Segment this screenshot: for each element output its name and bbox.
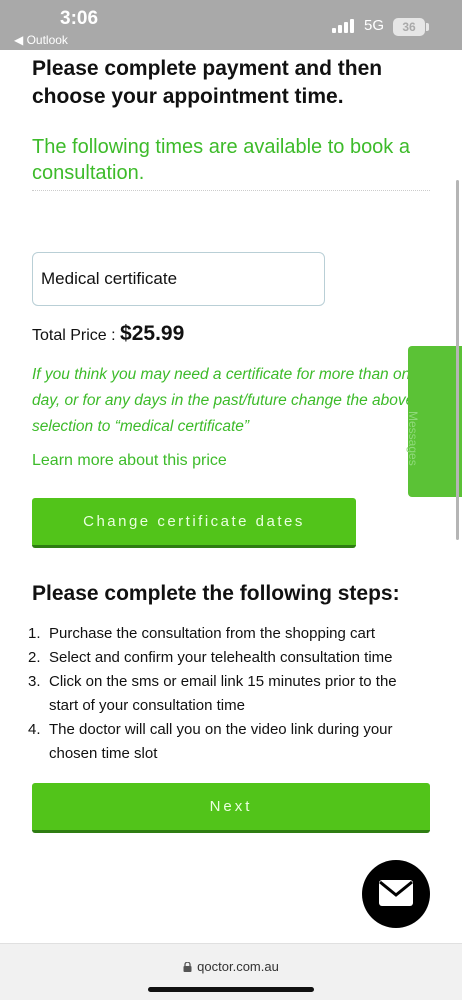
learn-more-link[interactable]: Learn more about this price	[32, 452, 227, 470]
list-item: 1. Purchase the consultation from the sho…	[28, 622, 418, 646]
step-text: Purchase the consultation from the shopp…	[49, 625, 376, 642]
availability-subheading: The following times are available to boo…	[32, 136, 410, 184]
total-price-value: $25.99	[120, 322, 185, 345]
email-contact-button[interactable]	[362, 860, 430, 928]
url-display[interactable]: qoctor.com.au	[0, 959, 462, 974]
battery-tip	[426, 23, 429, 31]
step-text: The doctor will call you on the video li…	[49, 721, 393, 762]
status-bar: 3:06 ◀ Outlook 5G 36	[0, 0, 462, 50]
steps-heading: Please complete the following steps:	[32, 582, 400, 605]
step-number: 4.	[28, 721, 41, 738]
side-tab-label: Messages	[406, 411, 420, 466]
total-price: Total Price : $25.99	[32, 322, 184, 346]
page-content: Please complete payment and then choose …	[0, 50, 462, 943]
mail-icon	[379, 880, 413, 906]
certificate-type-select[interactable]: Medical certificate	[32, 252, 325, 306]
step-text: Click on the sms or email link 15 minute…	[49, 673, 397, 714]
back-to-app-link[interactable]: ◀ Outlook	[14, 33, 68, 47]
page-title: Please complete payment and then choose …	[32, 57, 383, 108]
list-item: 3. Click on the sms or email link 15 minu…	[28, 670, 418, 718]
scrollbar[interactable]	[456, 180, 459, 540]
messages-side-tab[interactable]: Messages	[406, 346, 462, 497]
divider	[32, 190, 430, 191]
network-type: 5G	[364, 17, 385, 34]
list-item: 2. Select and confirm your telehealth con…	[28, 646, 418, 670]
change-certificate-dates-button[interactable]: Change certificate dates	[32, 498, 356, 548]
lock-icon	[183, 962, 192, 972]
step-number: 1.	[28, 625, 41, 642]
battery-icon: 36	[393, 18, 425, 36]
step-number: 2.	[28, 649, 41, 666]
step-number: 3.	[28, 673, 41, 690]
browser-url-bar[interactable]: qoctor.com.au	[0, 943, 462, 1000]
signal-icon	[332, 19, 356, 33]
clock: 3:06	[60, 8, 99, 29]
url-text: qoctor.com.au	[197, 959, 279, 974]
next-button[interactable]: Next	[32, 783, 430, 833]
steps-list: 1. Purchase the consultation from the sho…	[28, 622, 418, 766]
step-text: Select and confirm your telehealth consu…	[49, 649, 393, 666]
total-price-label: Total Price :	[32, 327, 121, 344]
home-indicator[interactable]	[148, 987, 314, 992]
list-item: 4. The doctor will call you on the video …	[28, 718, 418, 766]
certificate-note: If you think you may need a certificate …	[32, 366, 419, 435]
